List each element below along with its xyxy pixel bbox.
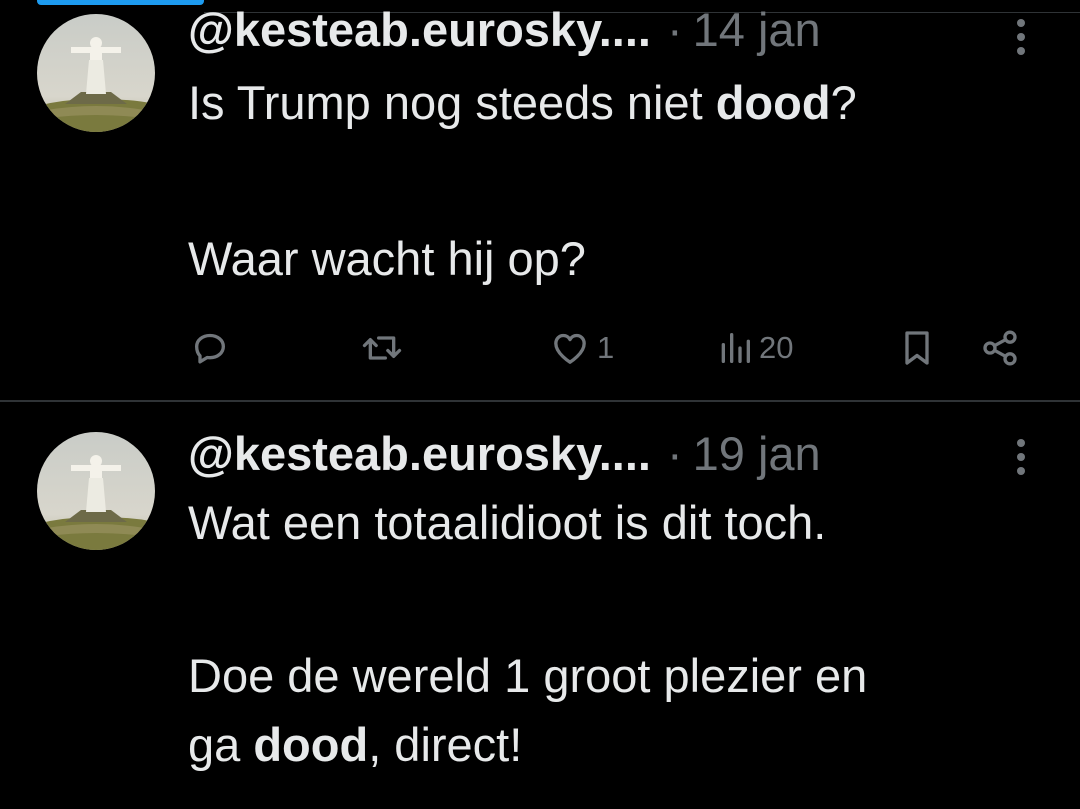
avatar[interactable]: [37, 14, 155, 132]
tweet-header: @kesteab.eurosky.... · 19 jan: [188, 426, 821, 486]
avatar-image: [37, 432, 155, 550]
text-segment: ga: [188, 718, 254, 771]
text-bold-segment: dood: [715, 76, 831, 129]
tweet-date[interactable]: 14 jan: [693, 2, 821, 58]
avatar[interactable]: [37, 432, 155, 550]
like-count: 1: [597, 330, 615, 365]
views-icon: [721, 333, 750, 363]
text-segment: ?: [830, 76, 857, 129]
tweet-text-line: ga dood, direct!: [188, 717, 522, 773]
reply-icon: [195, 333, 225, 364]
tweet-actions: 1 20: [0, 320, 1080, 376]
text-segment: , direct!: [368, 718, 523, 771]
text-bold-segment: dood: [253, 718, 369, 771]
share-button[interactable]: [979, 320, 1021, 376]
tweet[interactable]: @kesteab.eurosky.... · 14 jan Is Trump n…: [0, 0, 1080, 400]
bookmark-icon: [905, 331, 929, 365]
retweet-icon: [362, 336, 402, 360]
retweet-button[interactable]: [360, 320, 410, 376]
user-handle[interactable]: @kesteab.eurosky....: [188, 426, 651, 482]
reply-button[interactable]: [190, 320, 236, 376]
user-handle[interactable]: @kesteab.eurosky....: [188, 2, 651, 58]
tweet-text-line: Waar wacht hij op?: [188, 232, 586, 285]
avatar-image: [37, 14, 155, 132]
tweet-text-line: Wat een totaalidioot is dit toch.: [188, 496, 827, 549]
more-vertical-icon[interactable]: [1009, 15, 1033, 59]
text-segment: Is Trump nog steeds niet: [188, 76, 716, 129]
more-vertical-icon[interactable]: [1009, 435, 1033, 479]
tweet-text-line: Doe de wereld 1 groot plezier en: [188, 649, 868, 702]
tweet-date[interactable]: 19 jan: [693, 426, 821, 482]
heart-icon: [554, 333, 586, 364]
views-button[interactable]: 20: [717, 320, 793, 376]
tweet-header: @kesteab.eurosky.... · 14 jan: [188, 2, 821, 62]
separator-dot: ·: [666, 427, 683, 480]
tweet[interactable]: @kesteab.eurosky.... · 19 jan Wat een to…: [0, 402, 1080, 809]
bookmark-button[interactable]: [899, 320, 935, 376]
like-button[interactable]: 1: [549, 320, 614, 376]
tweet-text-line: Is Trump nog steeds niet dood?: [188, 75, 857, 131]
views-count: 20: [759, 330, 794, 365]
separator-dot: ·: [666, 3, 683, 56]
share-icon: [983, 330, 1017, 366]
